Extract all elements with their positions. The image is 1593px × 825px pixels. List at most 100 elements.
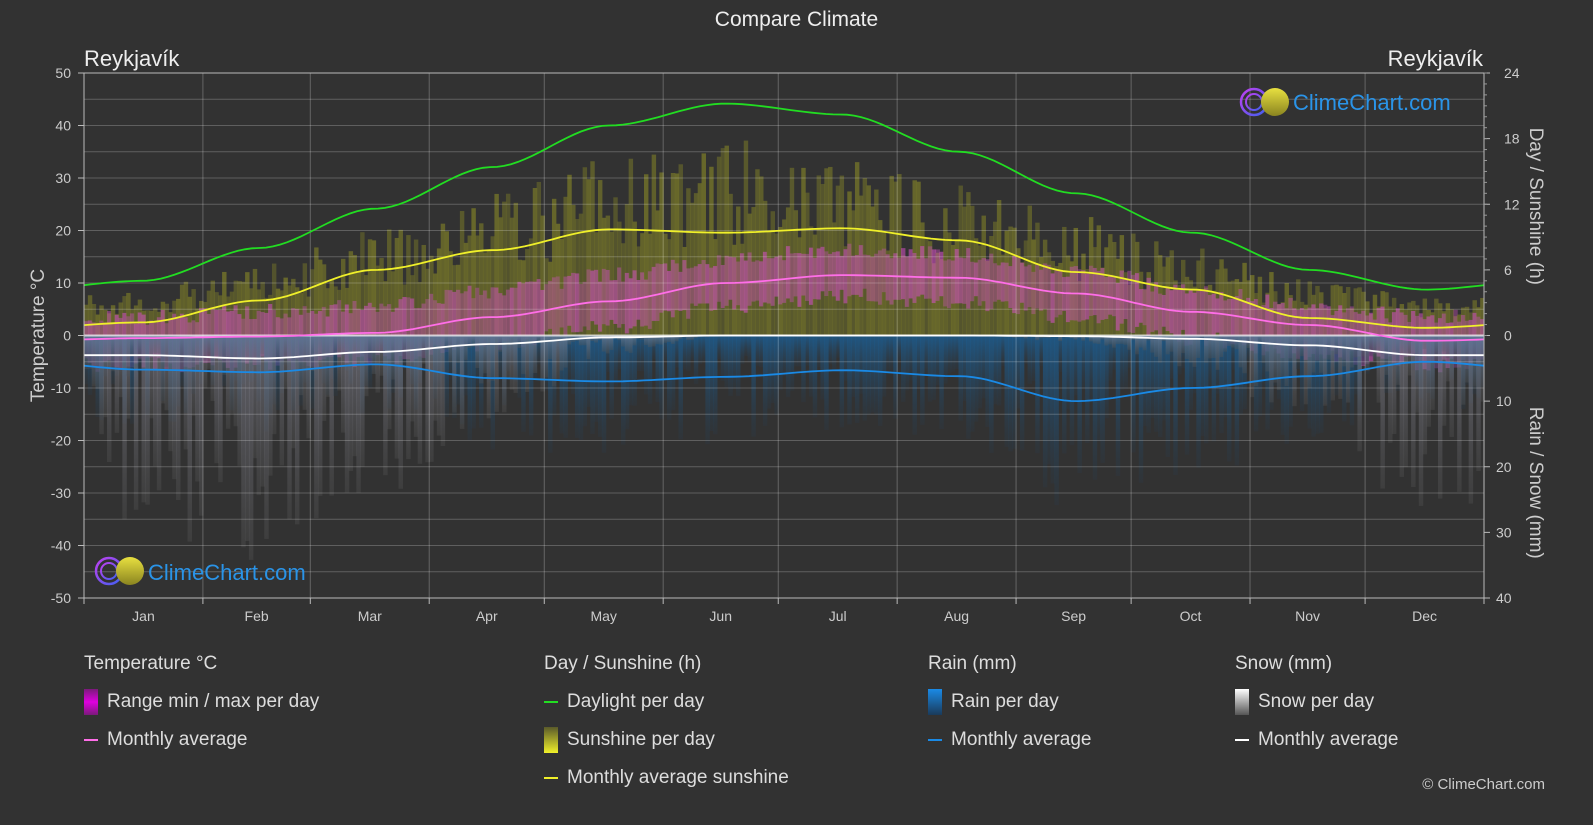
sunshine-day-bar (801, 167, 806, 336)
rain-day-bar (1050, 335, 1056, 484)
rain-day-bar (766, 335, 772, 409)
rain-day-bar (828, 335, 833, 365)
rain-day-bar (762, 335, 768, 426)
rain-day-bar (989, 335, 994, 453)
snow-day-bar (1326, 335, 1332, 360)
rain-day-bar (1004, 335, 1009, 447)
snow-day-bar (586, 335, 591, 360)
sunshine-day-bar (828, 166, 833, 336)
rain-day-bar (916, 335, 921, 387)
temp-range-day-bar (1008, 266, 1013, 309)
rain-day-bar (728, 335, 733, 396)
snow-day-bar (310, 335, 315, 372)
snow-day-bar (1315, 335, 1320, 361)
rain-day-bar (1031, 335, 1036, 381)
temp-range-swatch-icon (84, 689, 98, 715)
left-tick-label: -30 (51, 485, 71, 501)
rain-day-bar (574, 335, 580, 438)
snow-day-bar (141, 335, 146, 503)
left-tick-label: -10 (51, 380, 71, 396)
snow-day-bar (222, 335, 227, 375)
rain-day-bar (950, 335, 956, 372)
rain-day-bar (1054, 335, 1059, 506)
temp-range-day-bar (831, 252, 837, 297)
legend-item-rain-avg: Monthly average (928, 727, 1091, 753)
temp-range-day-bar (931, 249, 937, 304)
rain-day-bar (1081, 335, 1086, 390)
rain-day-bar (839, 335, 845, 428)
snow-avg-line-icon (1235, 739, 1249, 741)
snow-day-bar (360, 335, 365, 467)
legend-label: Rain per day (951, 691, 1059, 712)
snow-day-bar (1388, 335, 1393, 443)
snow-day-bar (1219, 335, 1224, 358)
temp-range-day-bar (1004, 262, 1009, 302)
daylight-line-icon (544, 701, 558, 703)
snow-day-bar (521, 335, 526, 375)
snow-day-bar (1345, 335, 1351, 403)
rain-day-bar (847, 335, 852, 425)
temp-range-day-bar (1115, 282, 1121, 331)
snow-day-bar (1269, 335, 1274, 403)
temp-range-day-bar (1131, 274, 1136, 333)
snow-day-bar (99, 335, 104, 435)
snow-day-bar (1157, 335, 1163, 363)
rain-day-bar (816, 335, 822, 368)
snow-day-bar (172, 335, 177, 480)
temp-range-day-bar (939, 251, 944, 297)
temp-range-day-bar (801, 253, 806, 296)
temp-range-day-bar (847, 243, 852, 297)
snow-day-bar (337, 335, 342, 391)
snow-day-bar (91, 335, 97, 387)
snow-day-bar (1261, 335, 1266, 364)
snow-day-bar (490, 335, 496, 381)
legend-item-snow: Snow per day (1235, 689, 1398, 715)
rain-day-bar (1104, 335, 1109, 419)
snow-day-bar (176, 335, 181, 501)
rain-day-bar (831, 335, 837, 371)
snow-day-bar (398, 335, 403, 489)
snow-day-bar (1411, 335, 1416, 488)
snow-day-bar (241, 335, 246, 548)
legend-rain: Rain (mm) Rain per day Monthly average (928, 653, 1091, 765)
temp-range-day-bar (655, 263, 660, 321)
temp-range-day-bar (782, 260, 787, 303)
snow-day-bar (502, 335, 507, 413)
temp-range-day-bar (889, 258, 894, 305)
temp-range-day-bar (728, 256, 733, 300)
right-bottom-tick-label: 10 (1496, 393, 1512, 409)
temp-range-day-bar (1100, 268, 1105, 320)
snow-day-bar (145, 335, 150, 505)
temp-range-day-bar (1169, 290, 1174, 334)
month-label: May (590, 608, 616, 624)
logo-sun-icon (1261, 88, 1289, 116)
sunshine-day-bar (716, 156, 722, 336)
legend-item-snow-avg: Monthly average (1235, 727, 1398, 753)
snow-day-bar (245, 335, 250, 541)
snow-day-bar (264, 335, 269, 539)
snow-day-bar (1223, 335, 1228, 352)
snow-day-bar (525, 335, 530, 392)
temp-range-day-bar (843, 249, 848, 304)
temp-range-day-bar (1085, 273, 1090, 320)
rain-day-bar (920, 335, 925, 425)
temp-range-day-bar (1035, 263, 1040, 309)
sunshine-avg-line-icon (544, 777, 558, 779)
temp-range-day-bar (755, 260, 760, 301)
snow-day-bar (329, 335, 334, 496)
temp-range-day-bar (1238, 289, 1243, 337)
snow-day-bar (1353, 335, 1359, 358)
snow-day-bar (1365, 335, 1370, 372)
snow-day-bar (479, 335, 484, 384)
legend-item-rain: Rain per day (928, 689, 1091, 715)
logo-sun-icon (116, 557, 144, 585)
snow-day-bar (210, 335, 216, 401)
temp-range-day-bar (874, 253, 879, 302)
snow-day-bar (252, 335, 258, 459)
snow-day-bar (191, 335, 196, 416)
snow-day-bar (505, 335, 511, 380)
rain-day-bar (1023, 335, 1029, 364)
rain-day-bar (877, 335, 883, 426)
snow-day-bar (229, 335, 235, 414)
temp-range-day-bar (1192, 292, 1197, 340)
